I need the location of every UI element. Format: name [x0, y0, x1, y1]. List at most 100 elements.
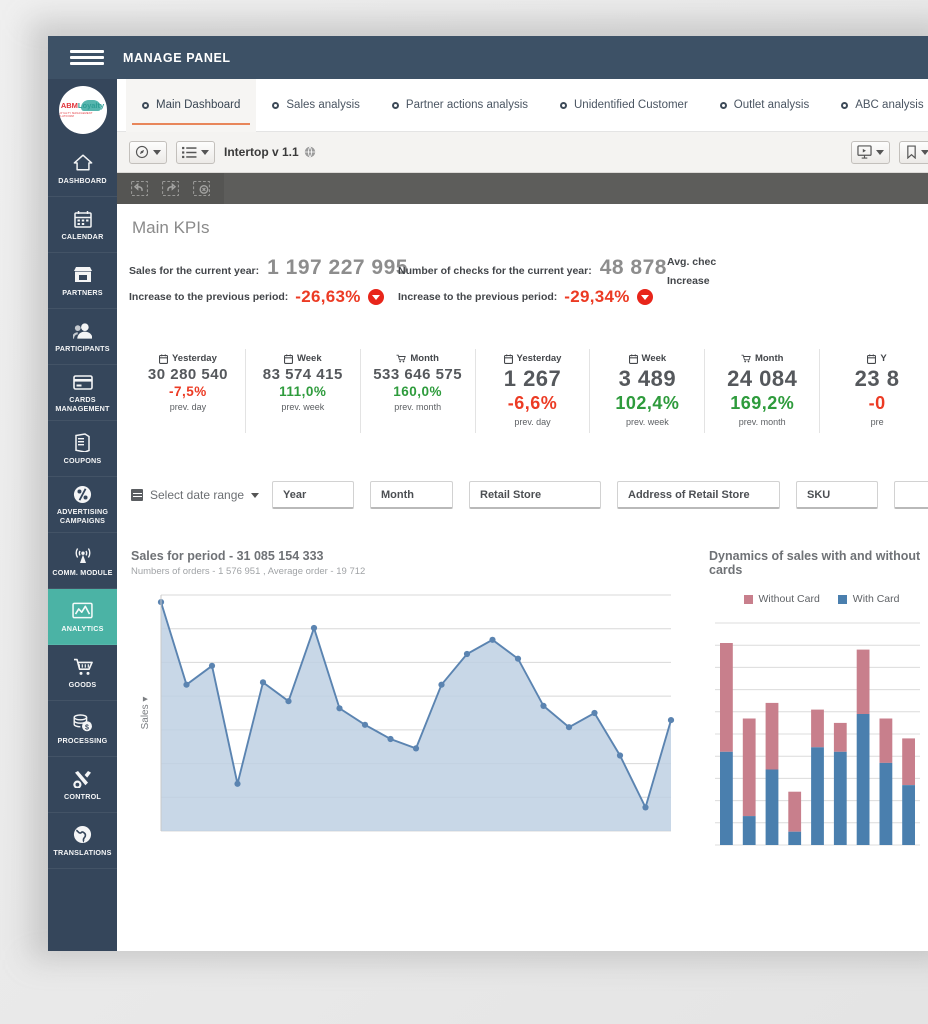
sidebar-item-partners[interactable]: PARTNERS — [48, 253, 117, 309]
charts-container: Sales for period - 31 085 154 333 Number… — [117, 549, 928, 849]
mini-kpi-row: Yesterday 30 280 540 -7,5% prev. day Wee… — [117, 349, 928, 433]
bookmark-button[interactable] — [899, 141, 928, 164]
sidebar-item-calendar[interactable]: CALENDAR — [48, 197, 117, 253]
filter-retail-store[interactable]: Retail Store — [469, 481, 601, 509]
home-icon — [73, 153, 93, 173]
tab-bullet-icon — [142, 102, 149, 109]
mini-card-period: Yesterday — [517, 353, 562, 364]
legend-item[interactable]: With Card — [838, 593, 900, 605]
cart-icon — [741, 354, 751, 363]
tab-sales-analysis[interactable]: Sales analysis — [256, 79, 376, 132]
redo-icon[interactable] — [162, 181, 179, 196]
filter-sku[interactable]: SKU — [796, 481, 878, 509]
tab-label: Partner actions analysis — [406, 99, 528, 111]
coins-icon: $ — [73, 713, 93, 733]
kpi-delta-value: -29,34% — [564, 287, 629, 307]
calendar-icon — [629, 354, 638, 364]
filter-year[interactable]: Year — [272, 481, 354, 509]
undo-icon[interactable] — [131, 181, 148, 196]
mini-card-value: 83 574 415 — [248, 366, 358, 383]
sidebar-item-label: GOODS — [69, 680, 97, 689]
sales-for-period-chart: Sales for period - 31 085 154 333 Number… — [131, 549, 679, 849]
logo[interactable]: ABMLoyalty LOYALTY MANAGEMENT PLATFORM — [48, 79, 117, 141]
kpi-delta-label: Increase to the previous period: — [129, 291, 288, 303]
area-plot[interactable]: Sales ▾ — [131, 589, 679, 837]
filter-extra[interactable] — [894, 481, 928, 509]
sidebar-item-cards-management[interactable]: CARDS MANAGEMENT — [48, 365, 117, 421]
mini-card-header: Y — [822, 353, 928, 364]
tab-bar: Main DashboardSales analysis Partner acti… — [117, 79, 928, 132]
mini-card-header: Week — [248, 353, 358, 364]
sidebar-item-goods[interactable]: GOODS — [48, 645, 117, 701]
mini-card-percent: -0 — [822, 393, 928, 414]
chevron-down-icon — [921, 150, 928, 155]
sidebar-item-advertising-campaigns[interactable]: ADVERTISING CAMPAIGNS — [48, 477, 117, 533]
document-name[interactable]: Intertop v 1.1 — [224, 145, 316, 159]
tab-bullet-icon — [272, 102, 279, 109]
mini-card-period: Week — [642, 353, 667, 364]
mini-card-value: 23 8 — [822, 366, 928, 392]
coupon-icon — [73, 433, 92, 453]
tab-main-dashboard[interactable]: Main Dashboard — [126, 79, 256, 132]
clear-selections-icon[interactable] — [193, 181, 210, 196]
cart-icon — [396, 354, 406, 363]
mini-card-header: Week — [592, 353, 702, 364]
chevron-down-icon — [876, 150, 884, 155]
tab-partner-actions-analysis[interactable]: Partner actions analysis — [376, 79, 544, 132]
filter-label: Month — [381, 489, 414, 501]
tools-icon — [73, 769, 93, 789]
mini-card-period: Month — [410, 353, 439, 364]
filter-list: Year Month Retail Store Address of Retail S… — [272, 481, 928, 509]
presentation-button[interactable] — [851, 141, 890, 164]
card-icon — [73, 372, 93, 392]
mini-kpi-card: Month 533 646 575 160,0% prev. month — [361, 349, 476, 433]
filter-address-of-retail-store[interactable]: Address of Retail Store — [617, 481, 780, 509]
sheet-list-button[interactable] — [176, 141, 215, 164]
sidebar-item-control[interactable]: CONTROL — [48, 757, 117, 813]
action-bar — [117, 173, 928, 204]
dynamics-with-without-cards-chart: Dynamics of sales with and without cards… — [709, 549, 928, 849]
mini-card-value: 30 280 540 — [133, 366, 243, 383]
sidebar: ABMLoyalty LOYALTY MANAGEMENT PLATFORM D… — [48, 79, 117, 951]
mini-card-header: Month — [707, 353, 817, 364]
legend-item[interactable]: Without Card — [744, 593, 820, 605]
tab-unidentified-customer[interactable]: Unidentified Customer — [544, 79, 704, 132]
sidebar-item-coupons[interactable]: COUPONS — [48, 421, 117, 477]
legend-label: With Card — [853, 593, 900, 605]
sidebar-item-label: ANALYTICS — [61, 624, 103, 633]
tab-abc-analysis[interactable]: ABC analysis — [825, 79, 928, 132]
chart-legend: Without Card With Card — [709, 593, 928, 605]
sidebar-item-dashboard[interactable]: DASHBOARD — [48, 141, 117, 197]
presentation-icon — [857, 145, 872, 159]
sidebar-item-label: PROCESSING — [58, 736, 108, 745]
navigation-button[interactable] — [129, 141, 167, 164]
mini-card-period: Yesterday — [172, 353, 217, 364]
compass-icon — [135, 145, 149, 159]
tab-outlet-analysis[interactable]: Outlet analysis — [704, 79, 825, 132]
tab-bullet-icon — [560, 102, 567, 109]
hamburger-icon[interactable] — [70, 50, 104, 65]
top-bar: MANAGE PANEL — [48, 36, 928, 79]
kpi-label: Avg. chec — [667, 256, 716, 268]
sidebar-item-translations[interactable]: TRANSLATIONS — [48, 813, 117, 869]
sidebar-item-label: CALENDAR — [62, 232, 104, 241]
y-axis-label: Sales ▾ — [140, 697, 151, 730]
date-range-selector[interactable]: Select date range — [131, 488, 272, 502]
sidebar-item-analytics[interactable]: ANALYTICS — [48, 589, 117, 645]
action-bar-filler — [224, 173, 928, 204]
sidebar-item-participants[interactable]: PARTICIPANTS — [48, 309, 117, 365]
sidebar-item-processing[interactable]: $ PROCESSING — [48, 701, 117, 757]
filter-month[interactable]: Month — [370, 481, 453, 509]
bar-plot[interactable] — [709, 617, 928, 849]
filter-label: Retail Store — [480, 489, 541, 501]
sidebar-item-comm-module[interactable]: COMM. MODULE — [48, 533, 117, 589]
kpi-delta-label: Increase to the previous period: — [398, 291, 557, 303]
kpi-value: 1 197 227 995 — [267, 256, 408, 280]
kpi-label: Number of checks for the current year: — [398, 265, 592, 277]
date-range-label: Select date range — [150, 488, 244, 502]
mini-card-header: Yesterday — [133, 353, 243, 364]
tab-label: ABC analysis — [855, 99, 923, 111]
calendar-icon — [867, 354, 876, 364]
mini-card-value: 1 267 — [478, 366, 588, 392]
logo-tagline: LOYALTY MANAGEMENT PLATFORM — [59, 112, 107, 118]
